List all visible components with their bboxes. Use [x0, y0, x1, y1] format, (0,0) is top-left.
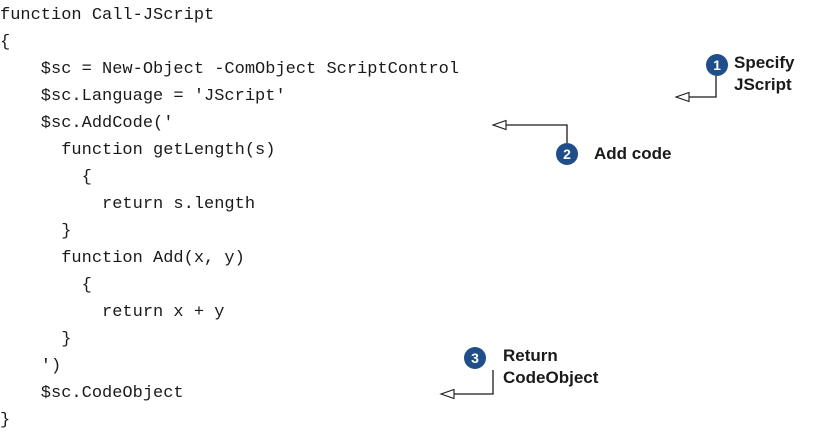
- callout-number-badge: 2: [556, 143, 578, 165]
- arrow-left-icon: [491, 119, 568, 143]
- annotation-text-line: Add code: [594, 144, 672, 163]
- annotation-text-line: Specify: [734, 53, 795, 72]
- callout-number-badge: 1: [706, 54, 728, 76]
- arrow-left-icon: [439, 370, 494, 400]
- arrow-left-icon: [674, 76, 717, 103]
- annotation-text-line: JScript: [734, 75, 792, 94]
- annotation-text-line: Return: [503, 346, 558, 365]
- annotation-text-line: CodeObject: [503, 368, 599, 387]
- callout-number-badge: 3: [464, 347, 486, 369]
- callout-connectors: [439, 76, 717, 400]
